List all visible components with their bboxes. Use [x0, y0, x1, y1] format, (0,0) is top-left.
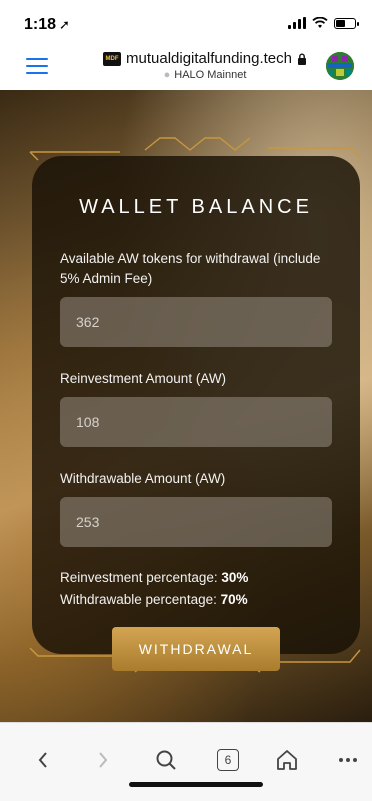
status-time-text: 1:18 — [24, 16, 57, 33]
wallet-balance-card: WALLET BALANCE Available AW tokens for w… — [32, 156, 360, 671]
reinvestment-percentage-value: 30% — [221, 570, 249, 585]
address-bar[interactable]: MDF mutualdigitalfunding.tech ● HALO Main… — [95, 50, 315, 81]
reinvestment-amount-field[interactable]: 108 — [60, 397, 332, 447]
status-time: 1:18 ➚ — [24, 16, 70, 34]
withdrawable-percentage-label: Withdrawable percentage: — [60, 592, 217, 607]
withdrawable-amount-label: Withdrawable Amount (AW) — [60, 471, 226, 486]
status-icons — [288, 17, 359, 29]
search-icon[interactable] — [151, 745, 181, 775]
url-line: MDF mutualdigitalfunding.tech — [95, 50, 315, 67]
network-label: ● HALO Mainnet — [95, 69, 315, 81]
tabs-button[interactable]: 6 — [213, 745, 243, 775]
browser-toolbar: 6 — [0, 722, 372, 801]
tabs-count: 6 — [224, 753, 232, 767]
home-indicator — [129, 782, 263, 787]
wifi-icon — [312, 17, 328, 29]
hamburger-menu-icon[interactable] — [26, 58, 48, 74]
chevron-right-icon[interactable] — [88, 745, 118, 775]
network-dot-icon: ● — [163, 69, 171, 81]
site-domain: mutualdigitalfunding.tech — [126, 50, 292, 67]
more-icon[interactable] — [333, 745, 363, 775]
network-name: HALO Mainnet — [174, 69, 247, 81]
account-avatar[interactable] — [326, 52, 354, 80]
lock-icon — [297, 53, 307, 65]
withdrawal-button[interactable]: WITHDRAWAL — [112, 627, 280, 671]
reinvestment-amount-label: Reinvestment Amount (AW) — [60, 371, 227, 386]
chevron-left-icon[interactable] — [28, 745, 58, 775]
withdrawable-percentage: Withdrawable percentage: 70% — [60, 591, 332, 609]
home-icon[interactable] — [272, 745, 302, 775]
cellular-signal-icon — [288, 17, 306, 29]
site-logo: MDF — [103, 51, 122, 66]
battery-icon — [334, 17, 359, 29]
available-tokens-label: Available AW tokens for withdrawal (incl… — [60, 251, 321, 286]
reinvestment-percentage: Reinvestment percentage: 30% — [60, 569, 332, 587]
browser-header: MDF mutualdigitalfunding.tech ● HALO Main… — [0, 44, 372, 91]
reinvestment-percentage-label: Reinvestment percentage: — [60, 570, 218, 585]
status-bar: 1:18 ➚ — [0, 0, 372, 44]
available-tokens-field[interactable]: 362 — [60, 297, 332, 347]
page-content: WALLET BALANCE Available AW tokens for w… — [0, 90, 372, 722]
location-arrow-icon: ➚ — [59, 17, 70, 32]
withdrawable-percentage-value: 70% — [220, 592, 248, 607]
withdrawable-amount-field[interactable]: 253 — [60, 497, 332, 547]
wallet-title: WALLET BALANCE — [79, 196, 313, 218]
